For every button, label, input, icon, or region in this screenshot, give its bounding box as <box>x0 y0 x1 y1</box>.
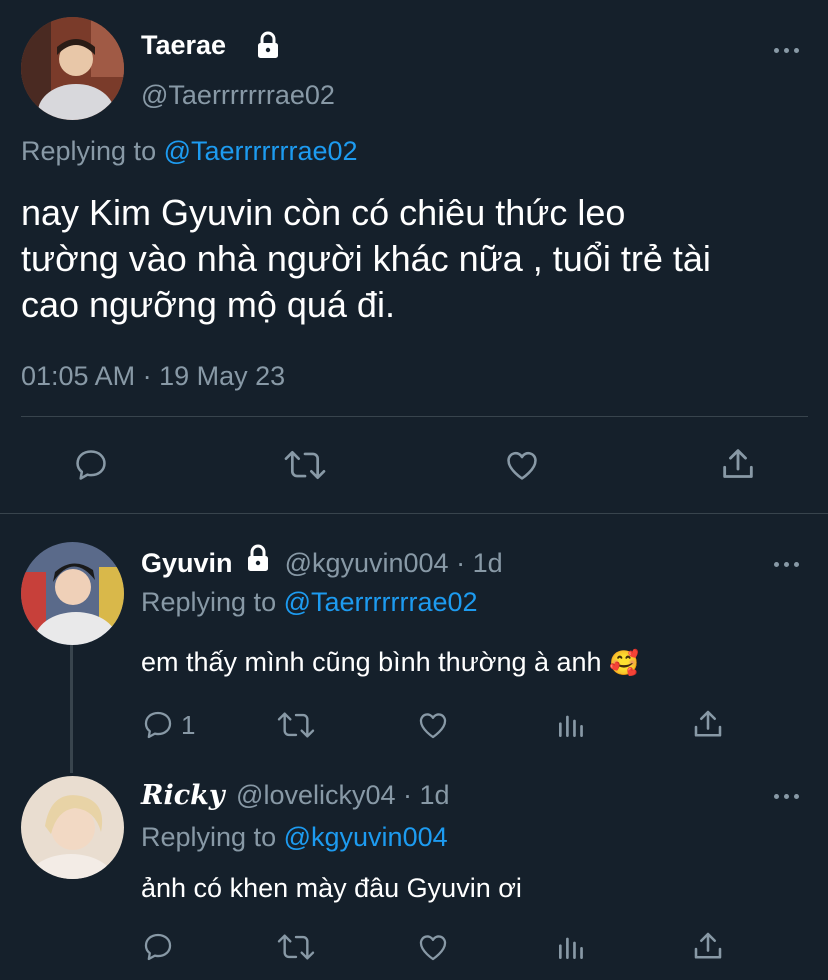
share-button[interactable] <box>718 444 758 484</box>
replying-to: Replying to @Taerrrrrrrae02 <box>141 586 478 618</box>
avatar-image <box>21 17 124 120</box>
avatar-taerae[interactable] <box>21 17 124 120</box>
replying-to: Replying to @kgyuvin004 <box>141 821 448 853</box>
more-icon[interactable] <box>774 792 800 800</box>
retweet-button[interactable] <box>282 446 328 484</box>
retweet-icon <box>277 934 315 960</box>
reply-icon <box>76 450 106 480</box>
replying-to-link[interactable]: @Taerrrrrrrae02 <box>284 587 478 617</box>
like-button[interactable] <box>502 446 542 484</box>
reply-time[interactable]: · 1d <box>456 548 503 578</box>
reply-text: em thấy mình cũng bình thường à anh 🥰 <box>141 645 639 681</box>
retweet-button[interactable] <box>276 708 316 742</box>
avatar-ricky[interactable] <box>21 776 124 879</box>
replying-to-link[interactable]: @Taerrrrrrrae02 <box>164 136 358 166</box>
reply-header: Gyuvin @kgyuvin004 · 1d <box>141 543 503 581</box>
replying-prefix: Replying to <box>141 822 277 852</box>
handle[interactable]: @Taerrrrrrrae02 <box>141 79 335 111</box>
smiling-face-hearts-emoji: 🥰 <box>609 650 639 677</box>
more-icon[interactable] <box>774 560 800 568</box>
reply-count: 1 <box>181 709 196 740</box>
share-icon <box>723 449 753 478</box>
retweet-icon <box>284 450 326 480</box>
lock-icon <box>243 543 273 581</box>
reply-text-body: em thấy mình cũng bình thường à anh <box>141 647 602 677</box>
like-button[interactable] <box>415 930 451 964</box>
like-icon <box>419 935 447 961</box>
tweet-text-line: tường vào nhà người khác nữa , tuổi trẻ … <box>21 238 711 279</box>
share-button[interactable] <box>690 706 726 742</box>
timestamp[interactable]: 01:05 AM · 19 May 23 <box>21 360 285 392</box>
reply-button[interactable] <box>141 930 175 964</box>
lock-icon <box>253 30 283 65</box>
replying-to-link[interactable]: @kgyuvin004 <box>284 822 448 852</box>
share-icon <box>694 932 722 959</box>
views-icon <box>559 937 583 959</box>
reply-icon <box>144 711 172 739</box>
handle[interactable]: @kgyuvin004 <box>285 548 449 578</box>
reply-time[interactable]: · 1d <box>403 780 450 810</box>
retweet-icon <box>277 712 315 738</box>
reply-text: ảnh có khen mày đâu Gyuvin ơi <box>141 873 522 903</box>
display-name[interactable]: Gyuvin <box>141 548 233 578</box>
reply-icon <box>144 933 172 961</box>
avatar-image <box>21 542 124 645</box>
retweet-button[interactable] <box>276 930 316 964</box>
avatar-gyuvin[interactable] <box>21 542 124 645</box>
reply-button[interactable] <box>72 446 110 484</box>
reply-button[interactable]: 1 <box>141 708 195 742</box>
tweet-text-line: cao ngưỡng mộ quá đi. <box>21 284 395 325</box>
display-name[interactable]: Taerae <box>141 29 226 61</box>
replying-prefix: Replying to <box>21 136 157 166</box>
like-icon <box>419 713 447 739</box>
more-icon[interactable] <box>774 46 800 54</box>
views-button[interactable] <box>555 708 587 742</box>
views-icon <box>559 715 583 737</box>
handle[interactable]: @lovelicky04 <box>236 780 395 810</box>
tweet-text-line: nay Kim Gyuvin còn có chiêu thức leo <box>21 192 626 233</box>
display-name[interactable]: 𝑹𝒊𝒄𝒌𝒚 <box>141 780 225 811</box>
section-divider <box>0 513 828 514</box>
reply-header: 𝑹𝒊𝒄𝒌𝒚 @lovelicky04 · 1d <box>141 778 450 813</box>
thread-line <box>70 645 73 773</box>
avatar-image <box>21 776 124 879</box>
share-icon <box>694 710 722 737</box>
like-icon <box>507 451 537 480</box>
replying-to: Replying to @Taerrrrrrrae02 <box>21 135 358 167</box>
views-button[interactable] <box>555 930 587 964</box>
divider <box>21 416 808 417</box>
share-button[interactable] <box>690 928 726 964</box>
like-button[interactable] <box>415 708 451 742</box>
tweet-text: nay Kim Gyuvin còn có chiêu thức leo tườ… <box>21 190 711 328</box>
replying-prefix: Replying to <box>141 587 277 617</box>
